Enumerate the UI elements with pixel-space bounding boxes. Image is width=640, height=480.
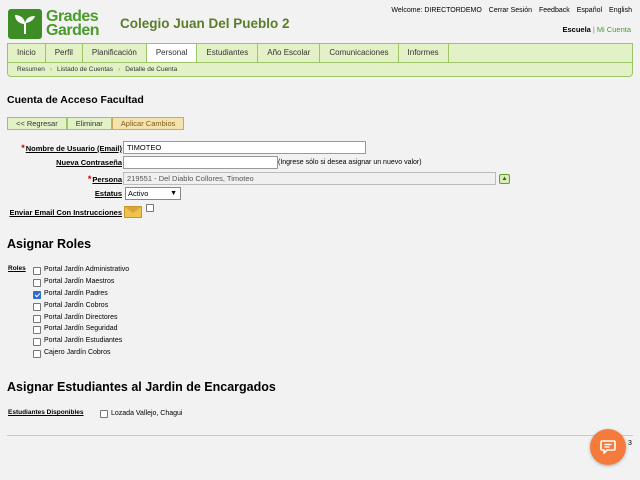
delete-button[interactable]: Eliminar — [66, 117, 112, 130]
password-field[interactable] — [123, 156, 278, 169]
scope-school[interactable]: Escuela — [563, 25, 591, 34]
username-label: *Nombre de Usuario (Email) — [21, 143, 122, 153]
spanish-link[interactable]: Español — [577, 7, 602, 14]
breadcrumb-resumen[interactable]: Resumen — [17, 66, 45, 73]
send-email-label: Enviar Email Con Instrucciones — [9, 208, 122, 217]
page-number: 3 — [628, 440, 632, 447]
send-email-checkbox[interactable] — [146, 204, 154, 212]
grades-garden-logo[interactable]: Grades Garden — [8, 8, 108, 40]
scope-my-account[interactable]: Mi Cuenta — [597, 25, 631, 34]
chat-bubble-icon — [600, 440, 616, 454]
role-checkbox[interactable] — [33, 291, 41, 299]
page: Grades Garden Colegio Juan Del Pueblo 2 … — [0, 0, 640, 480]
main-nav: Inicio Perfil Planificación Personal Est… — [7, 43, 633, 62]
school-name: Colegio Juan Del Pueblo 2 — [120, 16, 290, 31]
role-label: Cajero Jardín Cobros — [44, 349, 111, 356]
role-label: Portal Jardín Estudiantes — [44, 337, 123, 344]
status-selected-value: Activo — [128, 189, 149, 198]
apply-changes-button[interactable]: Aplicar Cambios — [111, 117, 185, 130]
student-label: Lozada Vallejo, Chagui — [111, 410, 183, 417]
required-marker: * — [87, 174, 92, 184]
logout-link[interactable]: Cerrar Sesión — [489, 7, 532, 14]
role-checkbox[interactable] — [33, 279, 41, 287]
tab-personal[interactable]: Personal — [146, 44, 198, 62]
envelope-icon — [124, 206, 142, 218]
tab-comunicaciones[interactable]: Comunicaciones — [320, 44, 399, 62]
tab-informes[interactable]: Informes — [399, 44, 449, 62]
role-label: Portal Jardín Cobros — [44, 302, 109, 309]
students-heading: Asignar Estudiantes al Jardin de Encarga… — [7, 380, 276, 394]
feedback-link[interactable]: Feedback — [539, 7, 570, 14]
role-label: Portal Jardín Maestros — [44, 278, 115, 285]
role-checkbox[interactable] — [33, 326, 41, 334]
status-select[interactable]: Activo ▼ — [125, 187, 181, 200]
chevron-down-icon: ▼ — [170, 190, 177, 197]
tab-ano-escolar[interactable]: Año Escolar — [258, 44, 321, 62]
logo-wordmark: Grades Garden — [46, 9, 100, 39]
username-label-text: Nombre de Usuario (Email) — [25, 144, 122, 153]
scope-switch: Escuela | Mi Cuenta — [563, 25, 632, 34]
chevron-right-icon: › — [49, 66, 52, 73]
person-label: *Persona — [88, 174, 122, 184]
role-checkbox[interactable] — [33, 267, 41, 275]
page-title: Cuenta de Acceso Facultad — [7, 94, 144, 106]
person-field: 219551 - Del Diablo Collores, Timoteo — [123, 172, 496, 185]
role-label: Portal Jardín Directores — [44, 314, 118, 321]
chevron-right-icon: › — [118, 66, 121, 73]
roles-label: Roles — [8, 265, 26, 272]
breadcrumb: Resumen › Listado de Cuentas › Detalle d… — [7, 62, 633, 77]
person-label-text: Persona — [92, 175, 122, 184]
action-buttons: << Regresar Eliminar Aplicar Cambios — [7, 117, 185, 130]
required-marker: * — [21, 143, 25, 153]
role-checkbox[interactable] — [33, 315, 41, 323]
sprout-icon — [8, 9, 42, 39]
username-field[interactable]: TIMOTEO — [123, 141, 366, 154]
top-links: Welcome: DIRECTORDEMO Cerrar Sesión Feed… — [391, 7, 632, 14]
breadcrumb-listado[interactable]: Listado de Cuentas — [57, 66, 113, 73]
tab-planificacion[interactable]: Planificación — [83, 44, 147, 62]
password-label: Nueva Contraseña — [56, 158, 122, 167]
back-button[interactable]: << Regresar — [7, 117, 67, 130]
expand-up-icon[interactable]: ▲ — [499, 174, 510, 184]
breadcrumb-detalle[interactable]: Detalle de Cuenta — [125, 66, 177, 73]
role-label: Portal Jardín Padres — [44, 290, 108, 297]
role-checkbox[interactable] — [33, 350, 41, 358]
available-students-label: Estudiantes Disponibles — [8, 409, 84, 416]
logo-line-2: Garden — [46, 22, 100, 39]
footer-divider — [7, 435, 633, 436]
english-link[interactable]: English — [609, 7, 632, 14]
role-label: Portal Jardín Administrativo — [44, 266, 130, 273]
tab-estudiantes[interactable]: Estudiantes — [197, 44, 259, 62]
status-label: Estatus — [94, 189, 122, 198]
role-checkbox[interactable] — [33, 338, 41, 346]
role-label: Portal Jardín Seguridad — [44, 325, 118, 332]
student-checkbox[interactable] — [100, 410, 108, 418]
welcome-text: Welcome: DIRECTORDEMO — [391, 7, 482, 14]
password-hint: (Ingrese sólo si desea asignar un nuevo … — [278, 159, 422, 166]
tab-inicio[interactable]: Inicio — [8, 44, 46, 62]
role-checkbox[interactable] — [33, 303, 41, 311]
tab-perfil[interactable]: Perfil — [46, 44, 83, 62]
roles-heading: Asignar Roles — [7, 237, 92, 251]
scope-separator: | — [592, 25, 595, 34]
chat-launcher-button[interactable] — [590, 429, 626, 465]
